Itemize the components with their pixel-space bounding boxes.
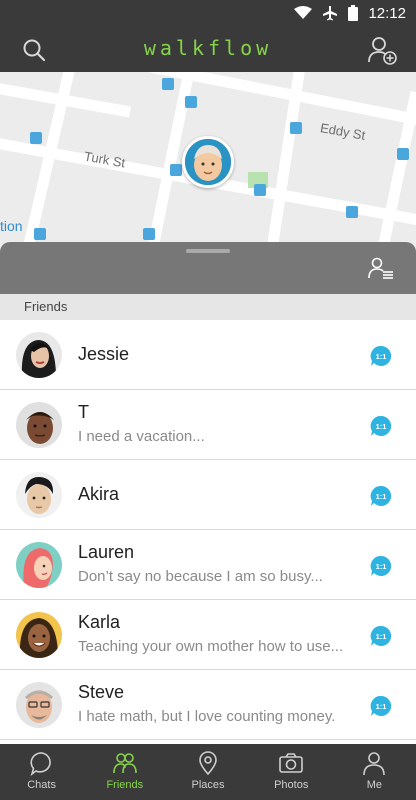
chat-1on1-icon[interactable]: 1:1 [370, 415, 392, 437]
nav-chats[interactable]: Chats [0, 744, 83, 800]
airplane-icon [323, 6, 338, 21]
camera-icon [279, 753, 304, 773]
nav-photos[interactable]: Photos [250, 744, 333, 800]
sheet-header[interactable] [0, 242, 416, 294]
friend-row-lauren[interactable]: Lauren Don’t say no because I am so busy… [0, 530, 416, 600]
avatar [16, 472, 62, 518]
friend-row-jessie[interactable]: Jessie 1:1 [0, 320, 416, 390]
user-location-marker[interactable] [182, 136, 234, 188]
friends-list: Jessie 1:1 T I need a vacation... 1:1 Ak… [0, 320, 416, 740]
chat-1on1-icon[interactable]: 1:1 [370, 695, 392, 717]
friend-row-karla[interactable]: Karla Teaching your own mother how to us… [0, 600, 416, 670]
battery-icon [348, 5, 359, 21]
nav-label: Friends [106, 779, 144, 791]
avatar [16, 332, 62, 378]
friends-icon [112, 753, 137, 774]
poi-label: tion [0, 218, 23, 234]
chat-1on1-icon[interactable]: 1:1 [370, 345, 392, 367]
section-header-friends: Friends [0, 294, 416, 320]
chat-bubble-icon [30, 752, 51, 776]
friend-last-message: I hate math, but I love counting money. [78, 708, 336, 725]
chat-badge-label: 1:1 [376, 352, 387, 361]
chat-1on1-icon[interactable]: 1:1 [370, 485, 392, 507]
chat-badge-label: 1:1 [376, 702, 387, 711]
friend-name: Karla [78, 612, 121, 632]
nav-friends[interactable]: Friends [83, 744, 166, 800]
location-pin-icon [199, 751, 217, 776]
friend-row-t[interactable]: T I need a vacation... 1:1 [0, 390, 416, 460]
app-title: walkflow [143, 36, 273, 60]
friend-row-akira[interactable]: Akira 1:1 [0, 460, 416, 530]
person-icon [363, 752, 386, 776]
chat-1on1-icon[interactable]: 1:1 [370, 555, 392, 577]
friend-last-message: Don’t say no because I am so busy... [78, 568, 323, 585]
friend-name: Lauren [78, 542, 135, 562]
nav-me[interactable]: Me [333, 744, 416, 800]
friends-sheet: Friends Jessie 1:1 T I need a vacation..… [0, 242, 416, 748]
avatar [16, 682, 62, 728]
user-avatar [185, 139, 231, 185]
friend-last-message: I need a vacation... [78, 428, 205, 445]
chat-badge-label: 1:1 [376, 632, 387, 641]
wifi-icon [294, 6, 313, 19]
friend-row-steve[interactable]: Steve I hate math, but I love counting m… [0, 670, 416, 740]
chat-badge-label: 1:1 [376, 422, 387, 431]
bottom-nav: Chats Friends Places Photos Me [0, 744, 416, 800]
nav-label: Places [191, 779, 225, 791]
map-view[interactable]: Turk St Eddy St tion [0, 72, 416, 252]
chat-1on1-icon[interactable]: 1:1 [370, 625, 392, 647]
nav-label: Photos [274, 779, 309, 791]
app-bar: walkflow [0, 26, 416, 72]
friend-name: T [78, 402, 89, 422]
status-time: 12:12 [368, 4, 406, 22]
list-icon[interactable] [368, 256, 394, 280]
nav-label: Chats [27, 779, 56, 791]
nav-label: Me [366, 779, 383, 791]
chat-badge-label: 1:1 [376, 562, 387, 571]
friend-last-message: Teaching your own mother how to use... [78, 638, 344, 655]
chat-badge-label: 1:1 [376, 492, 387, 501]
avatar [16, 542, 62, 588]
nav-places[interactable]: Places [166, 744, 249, 800]
friend-name: Jessie [78, 344, 130, 364]
status-bar: 12:12 [0, 0, 416, 26]
add-user-icon[interactable] [366, 34, 398, 66]
friend-name: Akira [78, 484, 120, 504]
drag-handle[interactable] [186, 249, 230, 253]
avatar [16, 402, 62, 448]
avatar [16, 612, 62, 658]
friend-name: Steve [78, 682, 125, 702]
